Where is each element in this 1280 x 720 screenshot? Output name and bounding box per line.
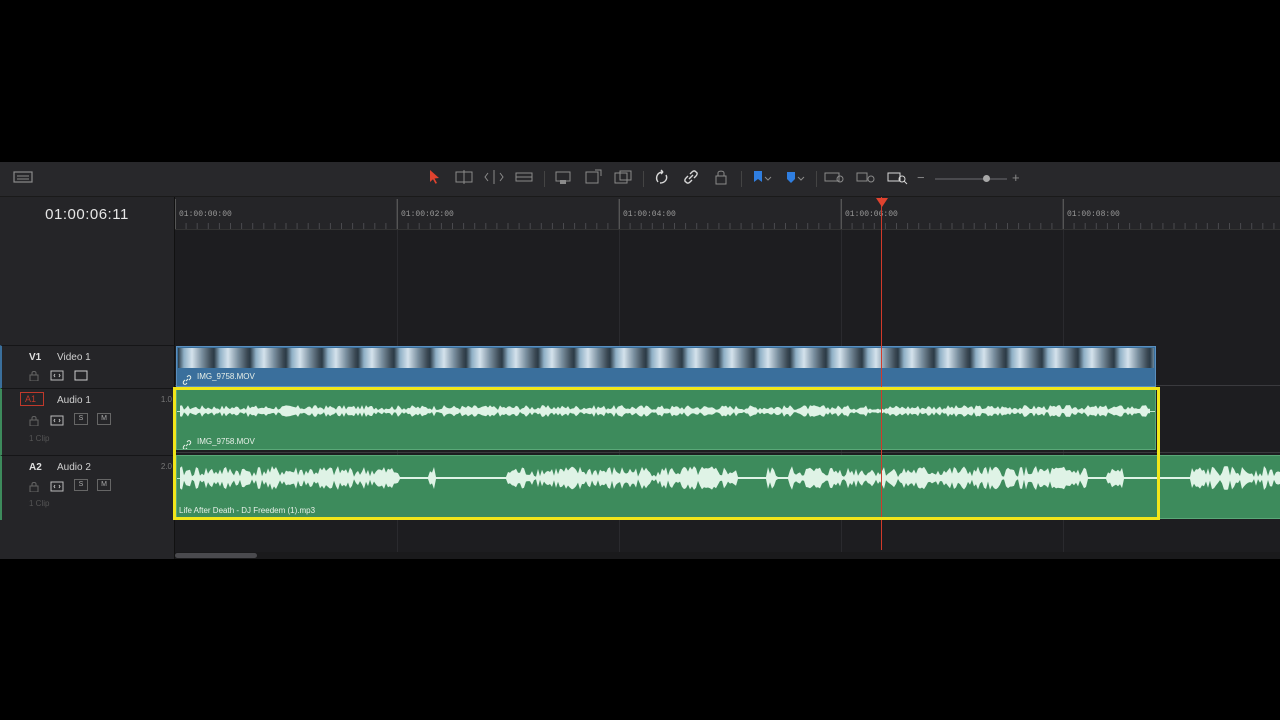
replace-clip-icon[interactable] [613, 169, 633, 189]
snapping-icon[interactable] [652, 169, 672, 189]
track-channel-number: 2.0 [160, 462, 172, 471]
track-id: V1 [29, 352, 42, 363]
timeline-ruler[interactable]: 01:00:00:00 01:00:02:00 01:00:04:00 01:0… [175, 197, 1280, 230]
ruler-label: 01:00:08:00 [1067, 210, 1120, 219]
timecode-display: 01:00:06:11 [45, 206, 129, 223]
track-id: A1 [25, 394, 37, 404]
toolbar-divider [544, 171, 545, 187]
video-clip[interactable]: IMG_9758.MOV [176, 346, 1156, 387]
selection-tool-icon[interactable] [424, 169, 444, 189]
track-channel-number: 1.0 [160, 395, 172, 404]
selection-highlight [173, 387, 1160, 520]
lock-icon[interactable] [29, 368, 39, 386]
track-enable-icon[interactable] [74, 368, 88, 386]
track-name[interactable]: Audio 2 [57, 462, 91, 473]
trim-edit-icon[interactable] [454, 169, 474, 189]
ruler-major-tick [397, 199, 398, 229]
zoom-detail-icon[interactable] [856, 169, 876, 189]
ruler-major-tick [175, 199, 176, 229]
auto-select-icon[interactable] [50, 413, 64, 431]
overwrite-clip-icon[interactable] [583, 169, 603, 189]
chevron-down-icon[interactable] [761, 169, 775, 189]
ruler-label: 01:00:04:00 [623, 210, 676, 219]
ruler-label: 01:00:00:00 [179, 210, 232, 219]
track-id-badge: A1 [20, 392, 44, 406]
track-header-a2: A2 Audio 2 2.0 S M 1 Clip [0, 455, 176, 520]
clip-count: 1 Clip [29, 434, 50, 443]
horizontal-scrollbar[interactable] [175, 552, 1280, 559]
solo-button[interactable]: S [74, 413, 88, 425]
track-header-v1: V1 Video 1 [0, 345, 176, 388]
clip-name: IMG_9758.MOV [197, 372, 255, 381]
zoom-full-icon[interactable] [824, 169, 844, 189]
timeline-options-icon[interactable] [13, 169, 33, 189]
solo-button[interactable]: S [74, 479, 88, 491]
lock-icon[interactable] [29, 413, 39, 431]
mute-button[interactable]: M [97, 479, 111, 491]
toolbar-divider [741, 171, 742, 187]
zoom-out-button[interactable]: − [917, 170, 925, 185]
toolbar-divider [816, 171, 817, 187]
chevron-down-icon[interactable] [794, 169, 808, 189]
insert-clip-icon[interactable] [553, 169, 573, 189]
timeline-toolbar: − + [0, 162, 1280, 197]
clip-count: 1 Clip [29, 499, 50, 508]
zoom-slider-handle[interactable] [983, 175, 990, 182]
zoom-custom-icon[interactable] [887, 169, 908, 189]
ruler-major-tick [1063, 199, 1064, 229]
ruler-major-tick [841, 199, 842, 229]
playhead-marker[interactable] [876, 198, 888, 207]
clip-filmstrip [178, 348, 1154, 368]
ruler-major-tick [619, 199, 620, 229]
track-name[interactable]: Audio 1 [57, 395, 91, 406]
zoom-slider-track[interactable] [935, 175, 1007, 182]
ruler-label: 01:00:06:00 [845, 210, 898, 219]
auto-select-icon[interactable] [50, 368, 64, 386]
linked-selection-icon[interactable] [681, 169, 701, 189]
scrollbar-thumb[interactable] [175, 553, 257, 558]
zoom-in-button[interactable]: + [1012, 170, 1020, 185]
track-header-column: 01:00:06:11 V1 Video 1 A1 Audio 1 1.0 S … [0, 197, 176, 559]
blade-tool-icon[interactable] [514, 169, 534, 189]
dynamic-trim-icon[interactable] [484, 169, 504, 189]
track-header-a1: A1 Audio 1 1.0 S M 1 Clip [0, 388, 176, 455]
lock-icon[interactable] [29, 479, 39, 497]
mute-button[interactable]: M [97, 413, 111, 425]
auto-select-icon[interactable] [50, 479, 64, 497]
ruler-label: 01:00:02:00 [401, 210, 454, 219]
track-name[interactable]: Video 1 [57, 352, 91, 363]
track-id: A2 [29, 462, 42, 473]
position-lock-icon[interactable] [711, 169, 731, 189]
toolbar-divider [643, 171, 644, 187]
